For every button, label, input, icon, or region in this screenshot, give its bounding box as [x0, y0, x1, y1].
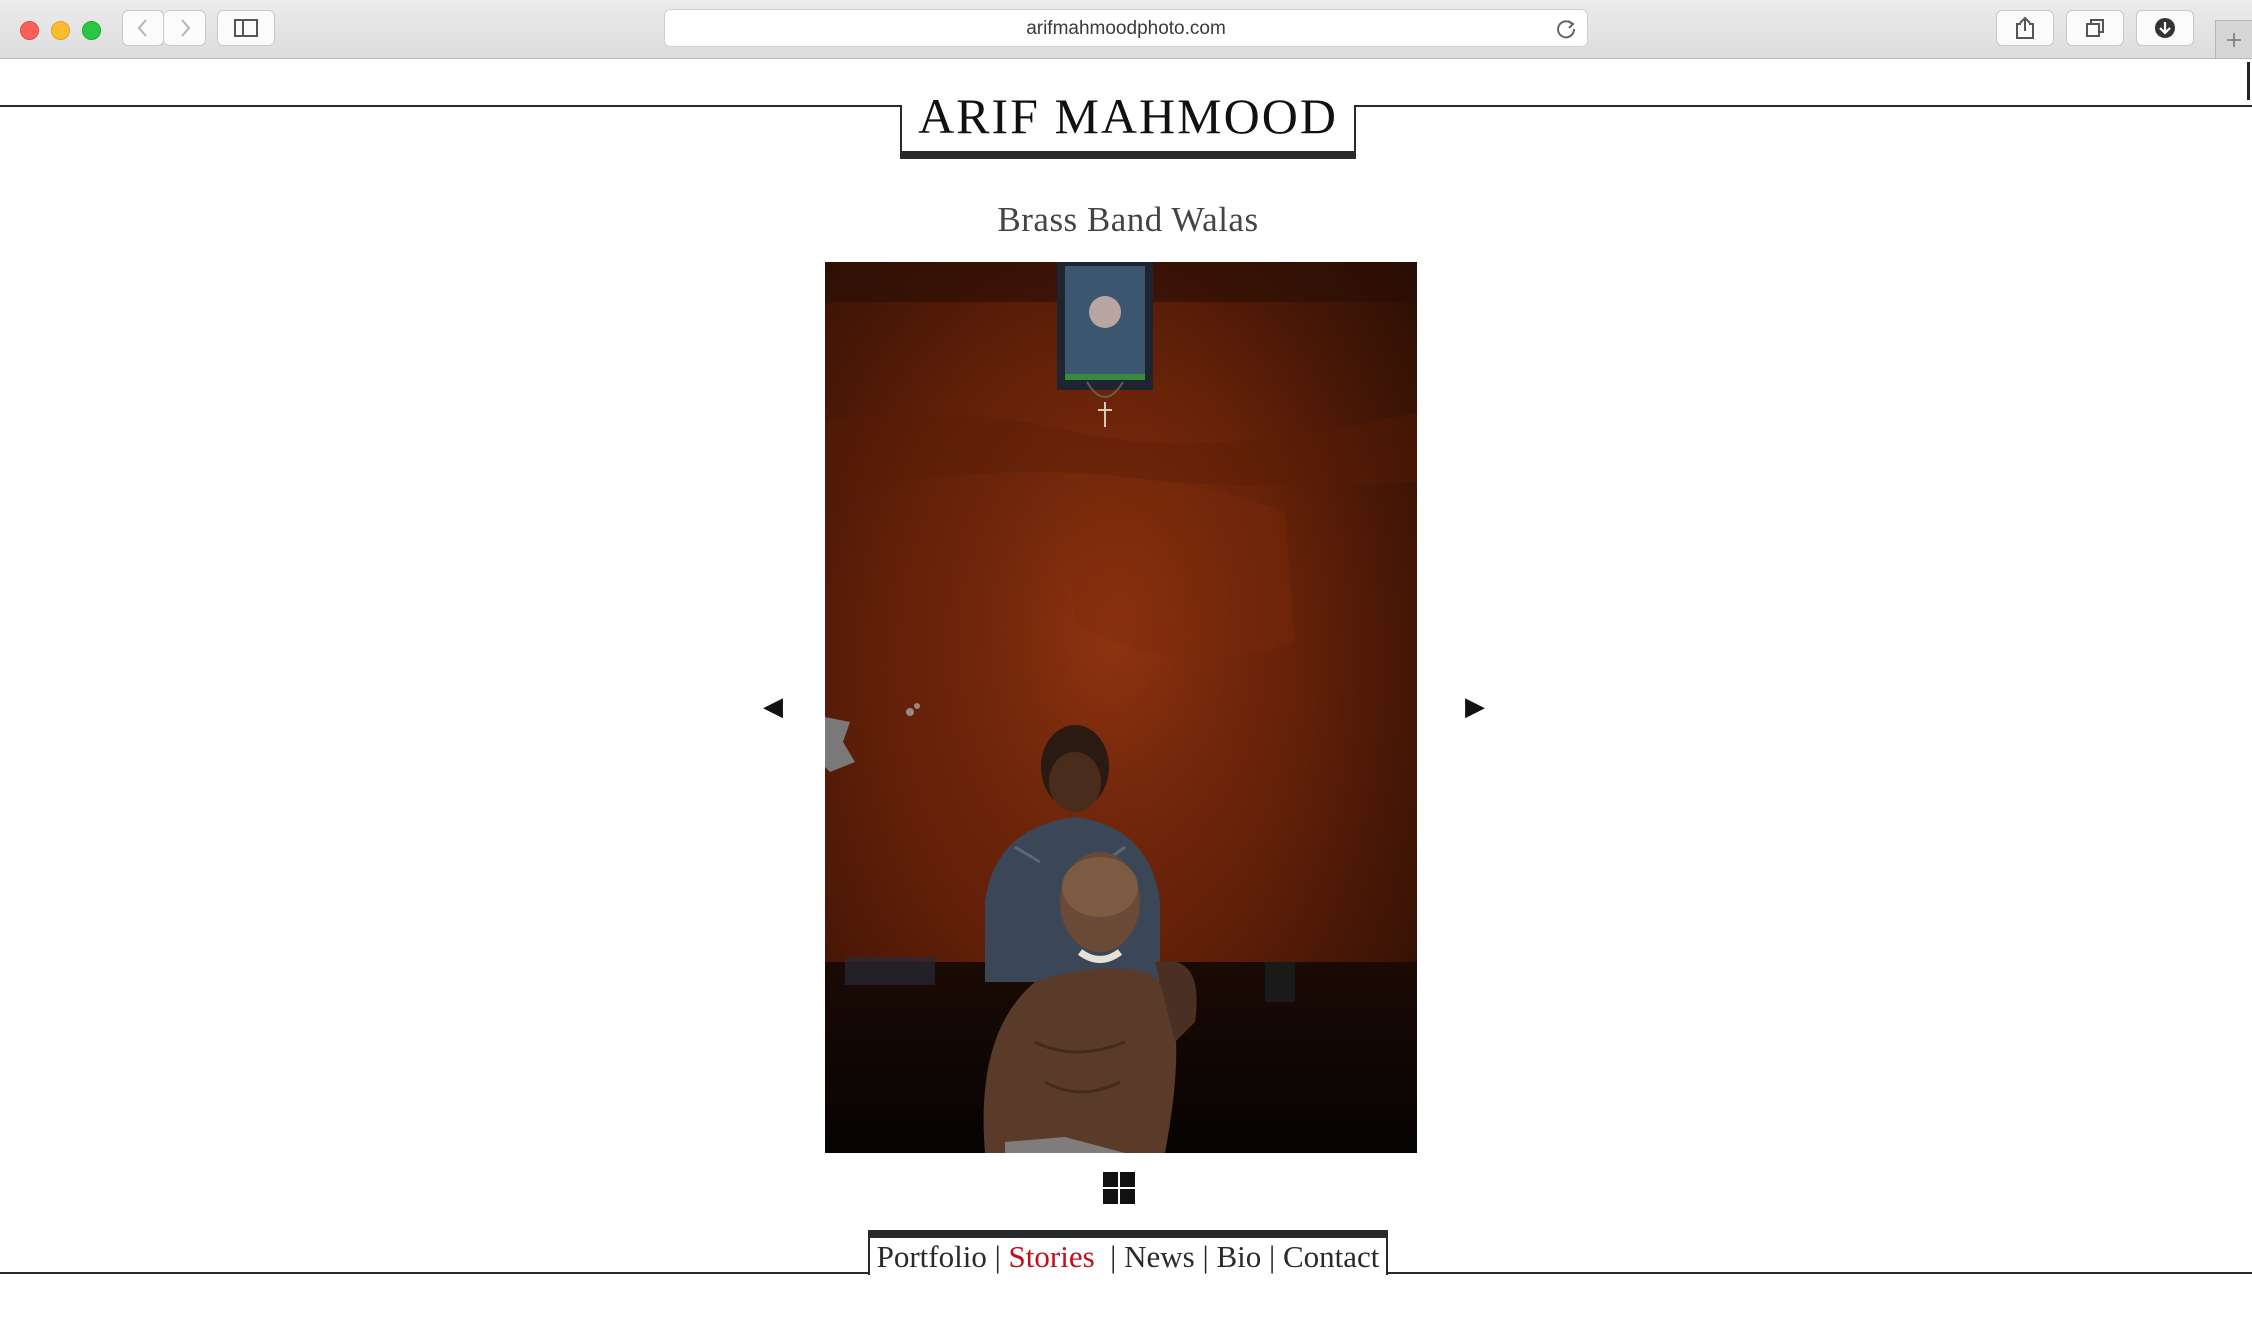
chevron-right-icon: [180, 19, 190, 37]
tabs-icon: [2086, 19, 2104, 37]
nav-separator: |: [1269, 1239, 1276, 1274]
nav-separator: |: [994, 1239, 1001, 1274]
next-image-button[interactable]: ▶: [1460, 690, 1490, 724]
nav-link-stories[interactable]: Stories: [1009, 1239, 1095, 1274]
plus-icon: [2227, 32, 2241, 47]
nav-separator: |: [1110, 1239, 1117, 1274]
close-window-button[interactable]: [20, 21, 39, 40]
grid-view-icon[interactable]: [1103, 1172, 1135, 1204]
downloads-button[interactable]: [2136, 10, 2194, 46]
photo-illustration: [825, 262, 1417, 1153]
zoom-window-button[interactable]: [82, 21, 101, 40]
nav-link-portfolio[interactable]: Portfolio: [877, 1239, 987, 1274]
arrow-left-icon: ◀: [763, 692, 783, 722]
story-title: Brass Band Walas: [997, 200, 1259, 239]
tabs-overview-button[interactable]: [2066, 10, 2124, 46]
chevron-left-icon: [137, 19, 147, 37]
new-tab-button[interactable]: [2215, 20, 2252, 58]
scroll-indicator: [2247, 62, 2250, 100]
site-title[interactable]: ARIF MAHMOOD: [902, 87, 1354, 145]
nav-links: Portfolio | Stories | News | Bio | Conta…: [870, 1239, 1386, 1275]
share-icon: [2016, 16, 2034, 39]
nav-link-bio[interactable]: Bio: [1216, 1239, 1261, 1274]
gallery-photo[interactable]: [825, 262, 1417, 1153]
reload-icon[interactable]: [1555, 18, 1577, 40]
nav-separator: |: [1202, 1239, 1209, 1274]
address-bar[interactable]: arifmahmoodphoto.com: [664, 9, 1588, 47]
forward-button[interactable]: [164, 10, 206, 46]
sidebar-button[interactable]: [217, 10, 275, 46]
sidebar-icon: [234, 19, 258, 37]
browser-toolbar: arifmahmoodphoto.com: [0, 0, 2252, 59]
site-header: ARIF MAHMOOD: [900, 88, 1356, 159]
url-text: arifmahmoodphoto.com: [1026, 18, 1226, 39]
arrow-right-icon: ▶: [1465, 692, 1485, 722]
previous-image-button[interactable]: ◀: [758, 690, 788, 724]
back-button[interactable]: [122, 10, 164, 46]
download-icon: [2155, 18, 2175, 38]
footer-nav: Portfolio | Stories | News | Bio | Conta…: [868, 1230, 1388, 1275]
nav-link-news[interactable]: News: [1124, 1239, 1195, 1274]
share-button[interactable]: [1996, 10, 2054, 46]
minimize-window-button[interactable]: [51, 21, 70, 40]
nav-link-contact[interactable]: Contact: [1283, 1239, 1379, 1274]
